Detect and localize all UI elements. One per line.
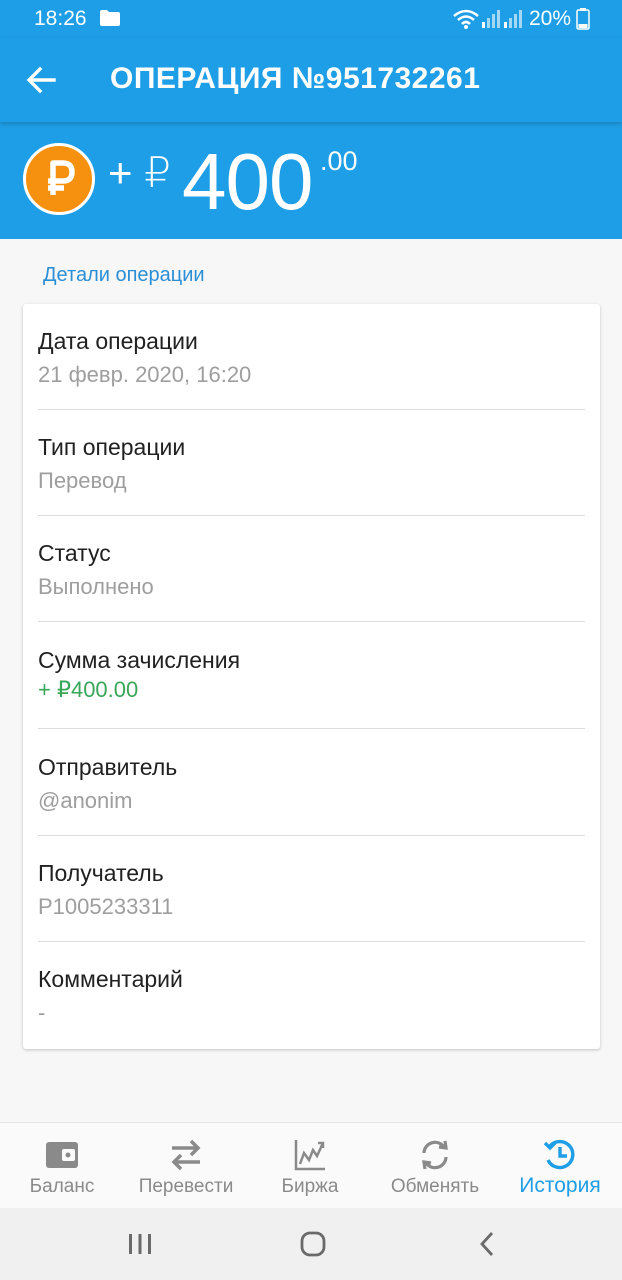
detail-value: - bbox=[38, 1000, 46, 1025]
back-icon[interactable] bbox=[472, 1228, 504, 1260]
detail-value: P1005233311 bbox=[38, 894, 174, 919]
status-bar: 18:26 20% bbox=[0, 0, 622, 38]
folder-icon bbox=[100, 10, 120, 26]
signal-icon bbox=[482, 10, 500, 28]
detail-row-sender: Отправитель @anonim bbox=[38, 730, 585, 836]
nav-label: Биржа bbox=[281, 1176, 339, 1197]
detail-row-status: Статус Выполнено bbox=[38, 516, 585, 622]
detail-row-date: Дата операции 21 февр. 2020, 16:20 bbox=[38, 304, 585, 410]
amount-cents: .00 bbox=[320, 146, 358, 176]
wifi-icon bbox=[453, 9, 479, 29]
ruble-coin-icon bbox=[23, 143, 95, 215]
detail-value: 21 февр. 2020, 16:20 bbox=[38, 362, 252, 387]
history-icon bbox=[543, 1139, 575, 1170]
detail-label: Тип операции bbox=[38, 434, 186, 460]
nav-balance[interactable]: Баланс bbox=[0, 1123, 124, 1209]
battery-icon bbox=[576, 8, 590, 30]
nav-label: История bbox=[519, 1174, 601, 1197]
page-title: ОПЕРАЦИЯ №951732261 bbox=[110, 62, 481, 95]
amount-sign: + ₽ bbox=[108, 149, 171, 196]
details-card: Дата операции 21 февр. 2020, 16:20 Тип о… bbox=[23, 304, 600, 1049]
amount-value: 400 bbox=[182, 137, 313, 226]
transfer-icon bbox=[171, 1139, 201, 1171]
detail-row-type: Тип операции Перевод bbox=[38, 410, 585, 516]
detail-value: Перевод bbox=[38, 468, 127, 493]
nav-history[interactable]: История bbox=[498, 1123, 622, 1209]
back-arrow-icon[interactable] bbox=[22, 58, 62, 102]
detail-row-comment: Комментарий - bbox=[38, 942, 585, 1048]
nav-exchange-market[interactable]: Биржа bbox=[248, 1123, 372, 1209]
recent-apps-icon[interactable] bbox=[124, 1228, 156, 1260]
system-nav-bar bbox=[0, 1208, 622, 1280]
app-bar: ОПЕРАЦИЯ №951732261 bbox=[0, 38, 622, 122]
chart-icon bbox=[294, 1140, 325, 1171]
detail-value: Выполнено bbox=[38, 574, 154, 599]
home-icon[interactable] bbox=[297, 1228, 329, 1260]
detail-row-credit-amount: Сумма зачисления + ₽400.00 bbox=[38, 623, 585, 729]
detail-label: Статус bbox=[38, 540, 111, 566]
nav-label: Обменять bbox=[390, 1176, 480, 1197]
detail-row-recipient: Получатель P1005233311 bbox=[38, 836, 585, 942]
nav-swap[interactable]: Обменять bbox=[372, 1123, 498, 1209]
detail-label: Получатель bbox=[38, 860, 164, 886]
status-time: 18:26 bbox=[34, 7, 87, 30]
nav-transfer[interactable]: Перевести bbox=[124, 1123, 248, 1209]
detail-label: Комментарий bbox=[38, 966, 183, 992]
detail-label: Сумма зачисления bbox=[38, 647, 241, 673]
detail-label: Отправитель bbox=[38, 754, 178, 780]
amount-header: + ₽ 400 .00 bbox=[0, 122, 622, 239]
nav-label: Перевести bbox=[138, 1176, 234, 1197]
bottom-nav: Баланс Перевести Биржа Обменять История bbox=[0, 1122, 622, 1208]
wallet-icon bbox=[46, 1142, 78, 1168]
detail-value: + ₽400.00 bbox=[38, 677, 139, 702]
detail-label: Дата операции bbox=[38, 328, 198, 354]
signal-icon bbox=[504, 10, 522, 28]
section-title: Детали операции bbox=[43, 264, 205, 286]
nav-label: Баланс bbox=[29, 1176, 95, 1197]
battery-percent: 20% bbox=[529, 7, 572, 30]
detail-value: @anonim bbox=[38, 788, 133, 813]
exchange-icon bbox=[422, 1140, 448, 1170]
